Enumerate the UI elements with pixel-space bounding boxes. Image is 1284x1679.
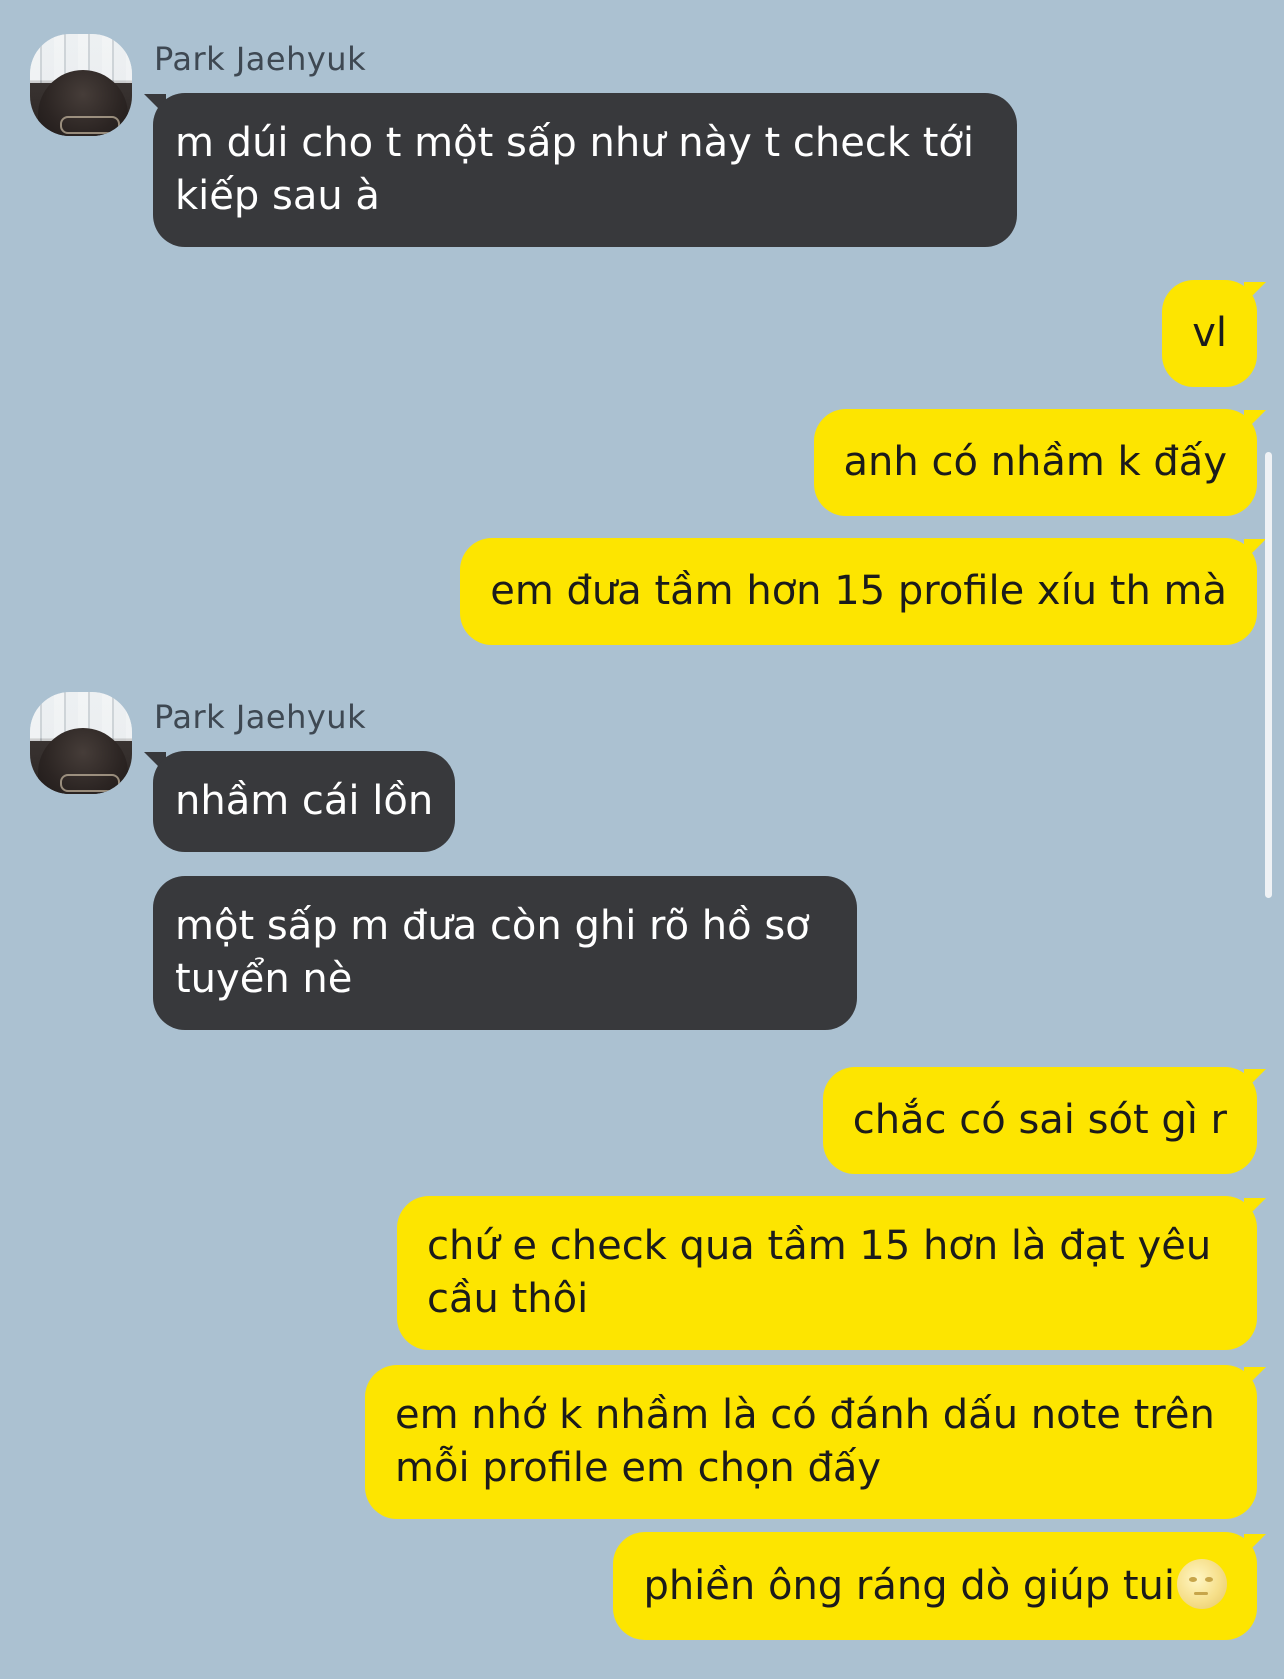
scrollbar[interactable] (1265, 452, 1272, 898)
sender-name: Park Jaehyuk (154, 698, 367, 736)
incoming-message[interactable]: nhầm cái lồn (153, 751, 456, 852)
outgoing-message[interactable]: chứ e check qua tầm 15 hơn là đạt yêu cầ… (397, 1196, 1257, 1350)
outgoing-message[interactable]: em đưa tầm hơn 15 profile xíu th mà (460, 538, 1257, 645)
outgoing-message[interactable]: anh có nhầm k đấy (813, 409, 1257, 516)
incoming-message[interactable]: m dúi cho t một sấp như này t check tới … (153, 93, 1017, 247)
incoming-message[interactable]: một sấp m đưa còn ghi rõ hồ sơ tuyển nè (153, 876, 857, 1030)
contact-avatar[interactable] (30, 34, 132, 136)
message-text: phiền ông ráng dò giúp tui (643, 1563, 1175, 1609)
outgoing-message[interactable]: em nhớ k nhầm là có đánh dấu note trên m… (365, 1365, 1257, 1519)
outgoing-message[interactable]: phiền ông ráng dò giúp tui (613, 1532, 1257, 1640)
full-moon-face-icon (1177, 1559, 1227, 1609)
contact-avatar[interactable] (30, 692, 132, 794)
outgoing-message[interactable]: vl (1162, 280, 1257, 387)
outgoing-message[interactable]: chắc có sai sót gì r (822, 1067, 1257, 1174)
sender-name: Park Jaehyuk (154, 40, 367, 78)
